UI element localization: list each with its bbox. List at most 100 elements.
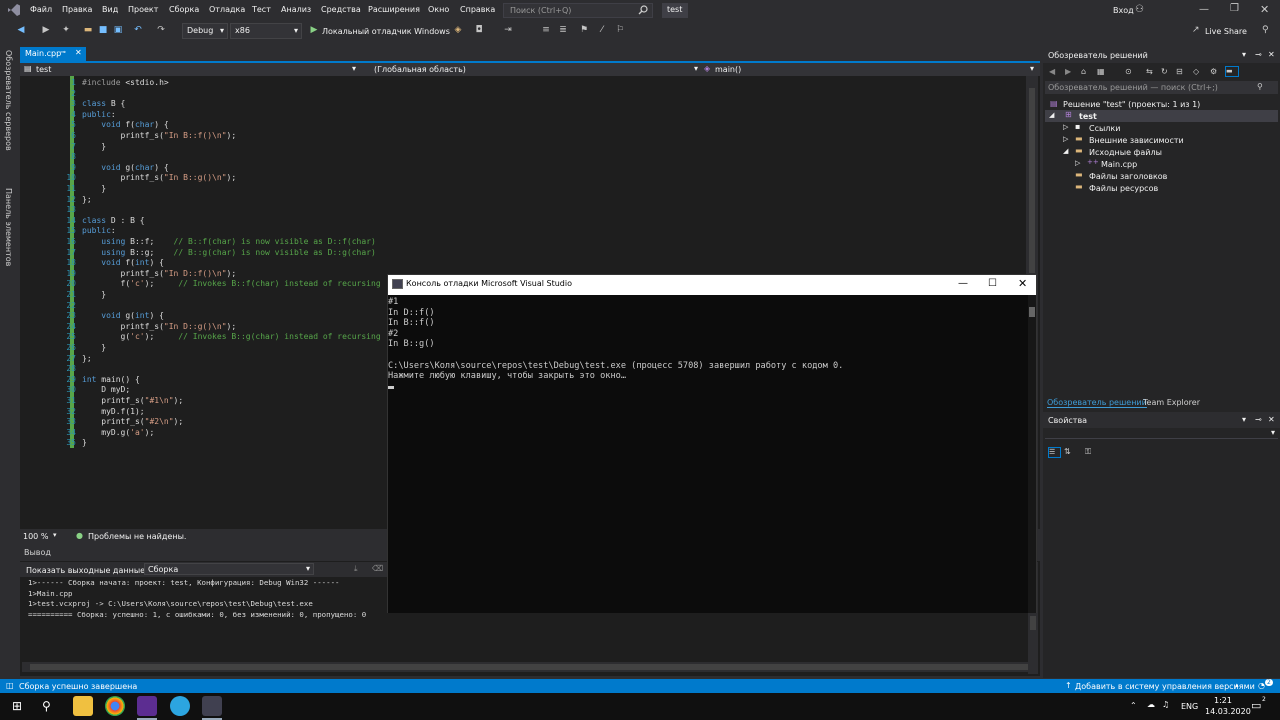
pin-icon[interactable]: ⊸ <box>1255 415 1262 424</box>
properties-icon[interactable]: ⚙ <box>1210 67 1217 76</box>
chevron-down-icon[interactable]: ▾ <box>53 531 57 539</box>
align2-icon[interactable]: ≣ <box>557 25 569 37</box>
tab-team-explorer[interactable]: Team Explorer <box>1143 398 1200 407</box>
code-line[interactable]: void g(char) { <box>82 163 168 174</box>
close-icon[interactable]: ✕ <box>1268 415 1275 424</box>
project-dropdown[interactable]: ▤ test ▾ <box>22 64 360 75</box>
code-line[interactable]: void f(char) { <box>82 120 168 131</box>
play-icon[interactable]: ▶ <box>308 25 320 37</box>
menu-project[interactable]: Проект <box>128 5 158 14</box>
scrollbar-thumb[interactable] <box>1029 88 1035 273</box>
toolbox-tab[interactable]: Панель элементов <box>4 188 13 266</box>
clear-all-icon[interactable]: ⌫ <box>372 564 383 573</box>
code-line[interactable]: class D : B { <box>82 216 145 227</box>
collapse-arrow-icon[interactable]: ▷ <box>1063 123 1068 131</box>
code-line[interactable]: f('c'); // Invokes B::f(char) instead of… <box>82 279 381 290</box>
pin-icon[interactable]: ⊸ <box>60 48 66 56</box>
property-pages-icon[interactable]: ⚿ <box>1085 447 1091 457</box>
arrow-up-icon[interactable]: ↑ <box>1065 681 1072 690</box>
code-line[interactable]: }; <box>82 354 92 365</box>
minimize-icon[interactable]: — <box>958 278 968 289</box>
open-file-icon[interactable]: ▬ <box>82 25 94 37</box>
windows-start-icon[interactable]: ⊞ <box>12 699 22 713</box>
code-line[interactable]: public: <box>82 110 116 121</box>
code-line[interactable]: using B::f; // B::f(char) is now visible… <box>82 237 376 248</box>
code-line[interactable]: g('c'); // Invokes B::g(char) instead of… <box>82 332 381 343</box>
telegram-icon[interactable] <box>170 696 190 716</box>
code-line[interactable]: printf_s("In B::f()\n"); <box>82 131 237 142</box>
forward-icon[interactable]: ▶ <box>40 25 52 37</box>
code-line[interactable]: printf_s("In B::g()\n"); <box>82 173 237 184</box>
menu-view[interactable]: Вид <box>102 5 118 14</box>
console-taskbar-icon[interactable] <box>202 696 222 716</box>
menu-tools[interactable]: Средства <box>321 5 361 14</box>
bookmark2-icon[interactable]: ⚐ <box>614 25 626 37</box>
server-explorer-tab[interactable]: Обозреватель серверов <box>4 50 13 151</box>
console-output[interactable]: #1 In D::f() In B::f() #2 In B::g() C:\Users… <box>388 295 1028 613</box>
attach-icon[interactable]: ◈ <box>452 25 464 37</box>
language-indicator[interactable]: ENG <box>1181 702 1198 711</box>
undo-icon[interactable]: ↶ <box>132 25 144 37</box>
camera-icon[interactable]: ◘ <box>473 25 485 37</box>
code-view-icon[interactable]: ◇ <box>1193 67 1199 76</box>
feedback-icon[interactable]: ⚲ <box>1262 25 1269 35</box>
code-line[interactable]: myD.g('a'); <box>82 428 154 439</box>
chevron-up-icon[interactable]: ▴ <box>1235 681 1239 689</box>
step-icon[interactable]: ⇥ <box>502 25 514 37</box>
minimize-icon[interactable]: — <box>1199 4 1209 15</box>
close-tab-icon[interactable]: ✕ <box>75 48 82 57</box>
code-line[interactable]: int main() { <box>82 375 140 386</box>
code-line[interactable]: class B { <box>82 99 125 110</box>
chevron-down-icon[interactable]: ▾ <box>1242 415 1246 424</box>
scrollbar-thumb[interactable] <box>1029 307 1035 317</box>
clock-date[interactable]: 14.03.2020 <box>1205 707 1251 716</box>
chevron-down-icon[interactable]: ▾ <box>1242 50 1246 59</box>
clock-time[interactable]: 1:21 <box>1214 696 1232 705</box>
code-line[interactable]: public: <box>82 226 116 237</box>
menu-test[interactable]: Тест <box>252 5 271 14</box>
collapse-all-icon[interactable]: ⊟ <box>1176 67 1183 76</box>
zoom-level[interactable]: 100 % <box>23 532 48 541</box>
code-line[interactable]: } <box>82 142 106 153</box>
code-line[interactable]: void f(int) { <box>82 258 164 269</box>
expand-icon[interactable]: ◢ <box>1049 111 1054 119</box>
menu-extensions[interactable]: Расширения <box>368 5 420 14</box>
user-icon[interactable]: ⚇ <box>1135 4 1144 15</box>
back-icon[interactable]: ◀ <box>15 25 27 37</box>
close-icon[interactable]: ✕ <box>1268 50 1275 59</box>
menu-debug[interactable]: Отладка <box>209 5 245 14</box>
bookmark-icon[interactable]: ⚑ <box>578 25 590 37</box>
output-horizontal-scrollbar[interactable] <box>22 662 1028 672</box>
code-line[interactable]: } <box>82 184 106 195</box>
code-line[interactable]: printf_s("In D::f()\n"); <box>82 269 237 280</box>
chevron-up-icon[interactable]: ⌃ <box>1130 701 1137 710</box>
sync-icon[interactable]: ⇆ <box>1146 67 1153 76</box>
tab-main-cpp[interactable]: Main.cpp ⊸ ✕ <box>20 47 86 62</box>
code-line[interactable]: myD.f(1); <box>82 407 144 418</box>
properties-object-select[interactable]: ▾ <box>1045 428 1278 439</box>
menu-file[interactable]: Файл <box>30 5 52 14</box>
start-debugger-button[interactable]: Локальный отладчик Windows <box>322 27 450 36</box>
home-icon[interactable]: ⌂ <box>1081 67 1086 76</box>
search-input[interactable]: Поиск (Ctrl+Q) <box>503 3 653 18</box>
search-icon[interactable] <box>638 5 648 15</box>
code-line[interactable]: } <box>82 438 87 449</box>
file-explorer-icon[interactable] <box>73 696 93 716</box>
menu-analyze[interactable]: Анализ <box>281 5 311 14</box>
code-line[interactable]: using B::g; // B::g(char) is now visible… <box>82 248 376 259</box>
pin-icon[interactable]: ⊸ <box>1255 50 1262 59</box>
console-title-bar[interactable]: Консоль отладки Microsoft Visual Studio … <box>388 275 1036 295</box>
redo-icon[interactable]: ↷ <box>155 25 167 37</box>
visual-studio-taskbar-icon[interactable] <box>137 696 157 716</box>
sign-in-link[interactable]: Вход <box>1113 6 1134 15</box>
comment-icon[interactable]: ⁄ <box>596 25 608 37</box>
new-item-icon[interactable]: ✦ <box>60 25 72 37</box>
scrollbar-thumb[interactable] <box>1030 616 1036 630</box>
code-line[interactable]: }; <box>82 195 92 206</box>
code-line[interactable]: void g(int) { <box>82 311 164 322</box>
output-text[interactable]: 1>------ Сборка начата: проект: test, Ко… <box>28 578 386 620</box>
switch-views-icon[interactable]: ▦ <box>1097 67 1105 76</box>
close-icon[interactable]: ✕ <box>1260 3 1269 16</box>
code-line[interactable]: } <box>82 343 106 354</box>
forward-icon[interactable]: ▶ <box>1065 67 1071 76</box>
